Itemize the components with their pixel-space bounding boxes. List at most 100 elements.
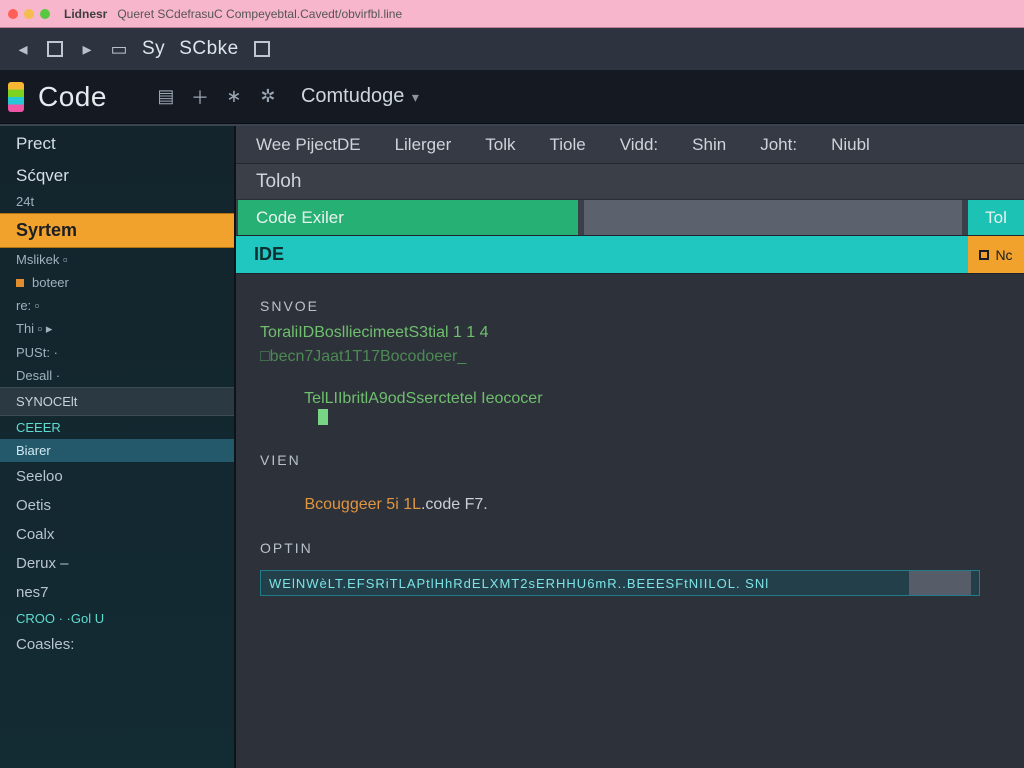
sidebar-item-label: CROO · ·Gol U	[16, 611, 104, 626]
tab-area: Toloh Code Exiler Tol IDE	[236, 164, 1024, 274]
plus-icon[interactable]: ＋	[189, 86, 211, 108]
editor-section-1: SNVOE	[260, 298, 1000, 314]
stop-icon[interactable]	[46, 40, 64, 58]
sidebar-item-label: Coasles:	[16, 636, 74, 653]
menu-item[interactable]: Tolk	[485, 135, 515, 155]
sidebar-item-label: Thi ▫ ▸	[16, 321, 52, 337]
code-line: Bcouggeer 5i 1L.code F7.	[260, 478, 1000, 532]
menu-item[interactable]: Tiole	[550, 135, 586, 155]
breadcrumb-label: Comtudoge	[301, 85, 404, 107]
sidebar-item-label: Mslikek ▫	[16, 252, 68, 267]
main-area: Wee PijectDE Lilerger Tolk Tiole Vidd: Shin Jo…	[236, 126, 1024, 768]
forward-icon[interactable]: ▸	[78, 40, 96, 58]
command-input-row	[260, 570, 980, 596]
checkbox-icon	[979, 250, 989, 260]
sidebar-item[interactable]: Biarer	[0, 439, 234, 462]
sidebar-item-label: CEEER	[16, 420, 61, 435]
sidebar-item[interactable]: Oetis	[0, 491, 234, 520]
sidebar-item-label: Coalx	[16, 526, 54, 543]
body: Prect Sćqver 24t Syrtem Mslikek ▫ boteer re: ▫…	[0, 124, 1024, 768]
menu-item[interactable]: Niubl	[831, 135, 870, 155]
sidebar-item[interactable]: Syrtem	[0, 213, 234, 248]
sidebar-item-label: Biarer	[16, 443, 51, 458]
sidebar-item[interactable]: Seeloo	[0, 462, 234, 491]
sidebar-item-label: Syrtem	[16, 220, 77, 241]
window-controls[interactable]	[8, 9, 50, 19]
sidebar-item[interactable]: PUSt: ·	[0, 341, 234, 364]
square-icon[interactable]	[253, 40, 271, 58]
dot-icon[interactable]: ∗	[223, 86, 245, 108]
sidebar-item[interactable]: boteer	[0, 271, 234, 294]
sidebar-item[interactable]: CEEER	[0, 416, 234, 439]
minimize-icon[interactable]	[24, 9, 34, 19]
sidebar-item[interactable]: 24t	[0, 190, 234, 213]
sidebar-item[interactable]: Derux –	[0, 549, 234, 578]
breadcrumb[interactable]: Comtudoge ▾	[301, 85, 419, 108]
tab-path-label: Toloh	[256, 171, 301, 193]
tab-empty[interactable]	[584, 200, 962, 235]
sidebar-item-label: boteer	[32, 275, 69, 290]
ide-row: IDE Nc	[236, 236, 1024, 274]
app-root: Lidnesr Queret SCdefrasuC Compeyebtal.Ca…	[0, 0, 1024, 768]
sidebar-item-label: re: ▫	[16, 298, 39, 313]
sidebar: Prect Sćqver 24t Syrtem Mslikek ▫ boteer re: ▫…	[0, 126, 236, 768]
window-titlebar: Lidnesr Queret SCdefrasuC Compeyebtal.Ca…	[0, 0, 1024, 28]
input-tail	[909, 571, 971, 595]
tab-label: Tol	[985, 208, 1007, 228]
tab-label: Code Exiler	[256, 208, 344, 228]
back-icon[interactable]: ◂	[14, 40, 32, 58]
sidebar-item-label: Desall ·	[16, 368, 60, 383]
code-line: TelLIIbritlA9odSserctetel Ieococer	[260, 372, 1000, 444]
box-icon[interactable]: ▭	[110, 40, 128, 58]
sidebar-item[interactable]: Desall ·	[0, 364, 234, 387]
brand-row: Code ▤ ＋ ∗ ✲ Comtudoge ▾	[0, 70, 1024, 124]
titlebar-app-name: Lidnesr	[64, 7, 107, 21]
sidebar-item[interactable]: Thi ▫ ▸	[0, 317, 234, 341]
sidebar-item-label: 24t	[16, 194, 34, 209]
code-token: .code F7.	[421, 496, 488, 513]
ide-edge-button[interactable]: Nc	[968, 236, 1024, 273]
sidebar-item[interactable]: re: ▫	[0, 294, 234, 317]
sidebar-item[interactable]: Coasles:	[0, 630, 234, 659]
sidebar-item[interactable]: Coalx	[0, 520, 234, 549]
menu-item[interactable]: Joht:	[760, 135, 797, 155]
code-line: □becn7Jaat1T17Bocodoeer_	[260, 348, 1000, 366]
command-input[interactable]	[269, 576, 903, 591]
toolbar-label-1: Sy	[142, 38, 165, 60]
menu-item[interactable]: Vidd:	[620, 135, 658, 155]
gear-icon[interactable]: ✲	[257, 86, 279, 108]
sidebar-item-label: Prect	[16, 134, 56, 154]
menubar: Wee PijectDE Lilerger Tolk Tiole Vidd: Shin Jo…	[236, 126, 1024, 164]
code-line: ToraliIDBoslliecimeetS3tial 1 1 4	[260, 324, 1000, 342]
sidebar-item[interactable]: Mslikek ▫	[0, 248, 234, 271]
app-name: Code	[38, 81, 107, 113]
menu-item[interactable]: Shin	[692, 135, 726, 155]
tab-edge[interactable]: Tol	[968, 200, 1024, 235]
code-token: Bcouggeer 5i 1L	[304, 496, 421, 513]
chevron-down-icon: ▾	[412, 89, 419, 105]
sidebar-item-label: PUSt: ·	[16, 345, 58, 360]
sidebar-item[interactable]: Prect	[0, 126, 234, 158]
toolbar-label-2: SCbke	[179, 38, 239, 60]
close-icon[interactable]	[8, 9, 18, 19]
sidebar-item-label: SYNOCElt	[16, 394, 77, 409]
ide-tab[interactable]: IDE	[236, 236, 968, 273]
app-logo-icon	[8, 82, 24, 112]
sidebar-item[interactable]: Sćqver	[0, 158, 234, 190]
editor-section-3: OPTIN	[260, 540, 1000, 556]
editor[interactable]: SNVOE ToraliIDBoslliecimeetS3tial 1 1 4 …	[236, 274, 1024, 768]
menu-item[interactable]: Wee PijectDE	[256, 135, 361, 155]
sidebar-item[interactable]: nes7	[0, 578, 234, 607]
sidebar-item[interactable]: SYNOCElt	[0, 387, 234, 416]
ide-label: IDE	[254, 244, 284, 265]
sidebar-item-label: Derux –	[16, 555, 69, 572]
titlebar-file-path: Queret SCdefrasuC Compeyebtal.Cavedt/obv…	[117, 7, 402, 21]
tab-code-explorer[interactable]: Code Exiler	[238, 200, 578, 235]
bullet-icon	[16, 279, 24, 287]
main-toolbar: ◂ ▸ ▭ Sy SCbke	[0, 28, 1024, 70]
cursor-icon	[318, 409, 328, 425]
maximize-icon[interactable]	[40, 9, 50, 19]
menu-item[interactable]: Lilerger	[395, 135, 452, 155]
panel-icon[interactable]: ▤	[155, 86, 177, 108]
sidebar-item[interactable]: CROO · ·Gol U	[0, 607, 234, 630]
